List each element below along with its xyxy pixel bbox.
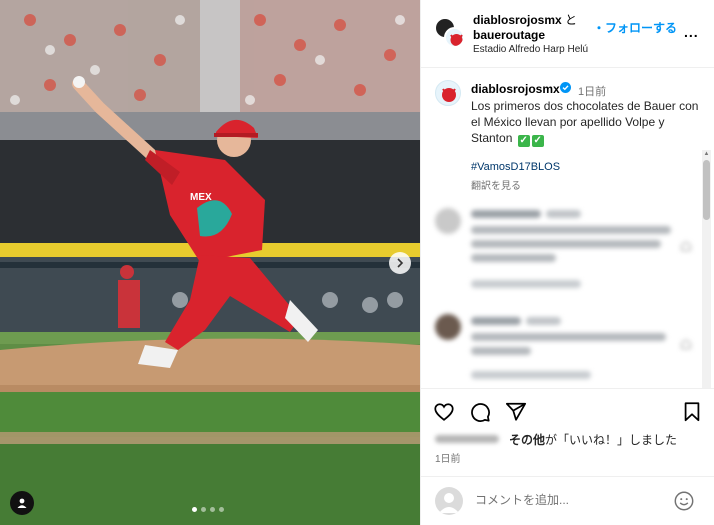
caption-timestamp[interactable]: 1日前 [578,83,606,99]
redacted-text [471,333,666,341]
comment-heart-icon [681,340,691,349]
carousel-indicator [192,507,224,512]
post-actions-bar: その他が「いいね！」しました 1日前 [421,388,714,478]
tagged-people-button[interactable] [10,491,34,515]
verified-badge-icon [560,82,571,93]
follow-button[interactable]: ・フォローする [593,19,677,36]
avatar[interactable] [435,80,461,106]
redacted-text [546,210,581,218]
post-location[interactable]: Estadio Alfredo Harp Helú [473,44,588,55]
likes-others[interactable]: その他 [509,433,545,447]
scroll-up-arrow-icon[interactable]: ▲ [702,150,711,158]
check-mark-icon: ✓ [531,135,544,147]
avatar [435,314,461,340]
redacted-text [471,254,556,262]
redacted-text [471,317,521,325]
carousel-dot [192,507,197,512]
redacted-text [526,317,561,325]
collaborator-username[interactable]: baueroutage [473,28,545,42]
author-username[interactable]: diablosrojosmx [473,13,562,27]
add-comment-bar [421,476,714,525]
post-date[interactable]: 1日前 [435,450,461,465]
likes-summary[interactable]: その他が「いいね！」しました [435,431,677,448]
redacted-username [435,435,499,443]
collab-avatars[interactable] [435,18,465,48]
speech-bubble-icon[interactable] [469,401,491,423]
redacted-text [471,226,671,234]
devil-logo-icon [450,34,463,46]
comment-heart-icon [681,242,691,251]
likes-suffix: が「いいね！」しました [545,433,678,447]
carousel-dot [201,507,206,512]
caption-username[interactable]: diablosrojosmx [471,82,560,96]
devil-logo-icon [442,88,456,102]
post-header: diablosrojosmx と baueroutage Estadio Alf… [421,0,714,68]
post-photo[interactable]: MEX [0,0,420,525]
instagram-post-view: MEX diablosrojosmx と baueroutage Estadio… [0,0,714,525]
avatar [435,208,461,234]
heart-icon[interactable] [433,401,455,423]
redacted-text [471,240,661,248]
carousel-dot [219,507,224,512]
redacted-text [471,371,591,379]
scrollbar-thumb[interactable] [703,160,710,220]
caption-body: Los primeros dos chocolates de Bauer con… [471,99,699,145]
paper-plane-icon[interactable] [505,401,527,423]
redacted-text [471,347,531,355]
check-mark-icon: ✓ [517,135,530,147]
svg-text:MEX: MEX [190,192,212,203]
bookmark-icon[interactable] [681,401,703,423]
post-authors[interactable]: diablosrojosmx と baueroutage [473,13,577,43]
more-options-button[interactable]: ... [684,24,699,40]
carousel-dot [210,507,215,512]
avatar [444,27,465,48]
default-avatar-icon [439,493,459,513]
redacted-text [471,210,541,218]
post-side-panel: diablosrojosmx と baueroutage Estadio Alf… [420,0,714,525]
see-translation-link[interactable]: 翻訳を見る [471,177,521,192]
caption-text: Los primeros dos chocolates de Bauer con… [471,98,701,147]
carousel-next-button[interactable] [389,252,411,274]
comments-section: diablosrojosmx 1日前 Los primeros dos choc… [421,68,714,388]
author-connector: と [565,13,578,27]
person-tag-icon [17,498,27,508]
chevron-right-icon [397,258,404,268]
hashtag-link[interactable]: #VamosD17BLOS [471,161,560,173]
baseball-pitcher-photo: MEX [0,0,420,525]
comments-scrollbar[interactable]: ▲ ▼ [702,150,711,388]
comment-input[interactable] [475,490,665,510]
current-user-avatar [435,487,463,515]
redacted-text [471,280,581,288]
smiley-icon[interactable] [673,490,695,512]
